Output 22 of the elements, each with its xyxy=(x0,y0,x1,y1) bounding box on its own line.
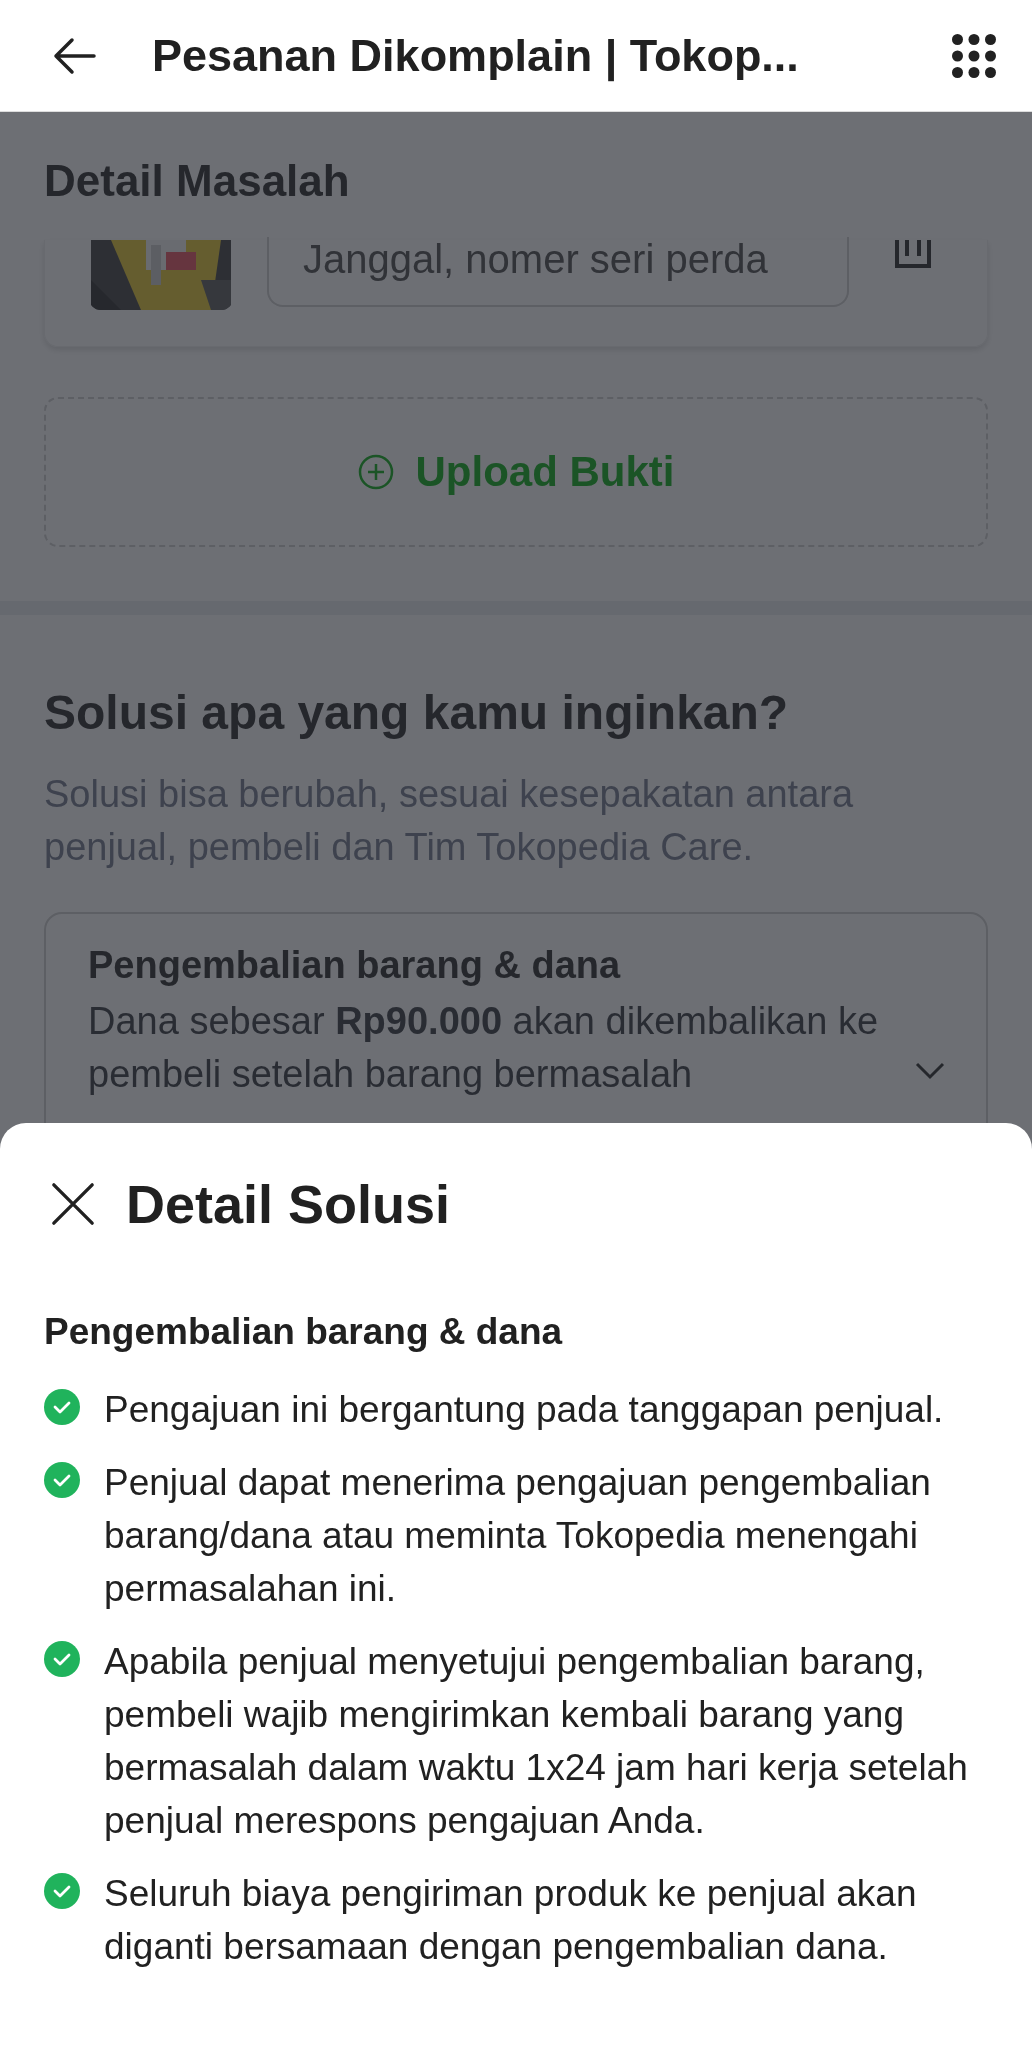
sheet-title: Detail Solusi xyxy=(126,1173,451,1235)
point-text: Pengajuan ini bergantung pada tanggapan penjual. xyxy=(104,1388,944,1432)
check-circle-icon xyxy=(44,1873,80,1909)
app-grid-icon[interactable] xyxy=(952,33,996,78)
trash-icon[interactable] xyxy=(893,240,933,270)
point-text: Penjual dapat menerima pengajuan pengembalian barang/dana atau meminta Tokopedia menengahi permasalahan ini. xyxy=(104,1461,932,1611)
option-description: Dana sebesar Rp90.000 akan dikembalikan ke pembeli setelah barang bermasalah xyxy=(88,999,880,1097)
option-title: Pengembalian barang & dana xyxy=(88,944,622,987)
section-title: Solusi apa yang kamu inginkan? xyxy=(44,685,790,741)
upload-button[interactable]: Upload Bukti xyxy=(44,397,988,547)
description-field[interactable]: Janggal, nomer seri perda xyxy=(267,237,849,307)
plus-circle-icon xyxy=(357,454,394,490)
section-title: Detail Masalah xyxy=(44,155,351,207)
check-circle-icon xyxy=(44,1641,80,1677)
close-icon[interactable] xyxy=(50,1181,96,1227)
check-circle-icon xyxy=(44,1462,80,1498)
page-title: Pesanan Dikomplain | Tokop... xyxy=(152,29,800,82)
check-circle-icon xyxy=(44,1389,80,1425)
point-text: Apabila penjual menyetujui pengembalian barang, pembeli wajib mengirimkan kembali barang yang bermasalah dalam waktu 1x24 jam hari kerja setelah penjual merespons pengajuan Anda. xyxy=(104,1640,969,1843)
solution-heading: Pengembalian barang & dana xyxy=(44,1311,564,1353)
chevron-down-icon[interactable] xyxy=(914,1061,946,1081)
point-text: Seluruh biaya pengiriman produk ke penjual akan diganti bersamaan dengan pengembalian dana. xyxy=(104,1872,918,1969)
